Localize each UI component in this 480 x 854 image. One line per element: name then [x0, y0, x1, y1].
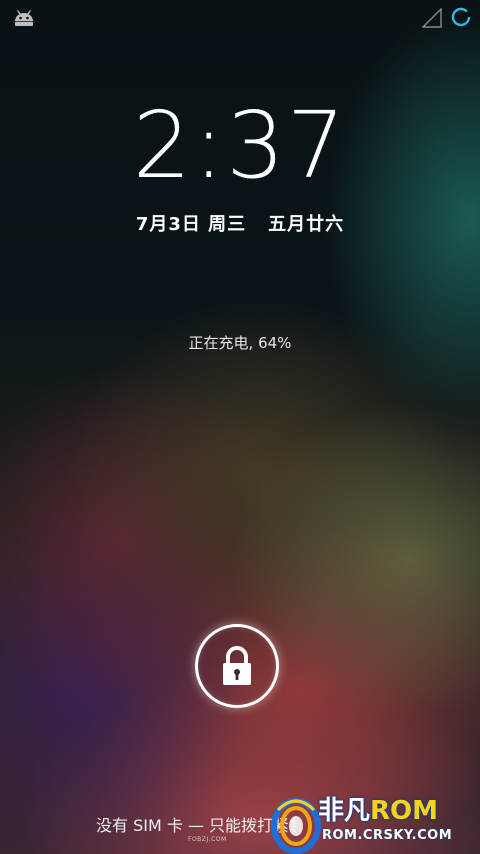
lunar-date-text: 五月廿六: [268, 214, 345, 235]
globe-logo-icon: [271, 798, 321, 854]
logo-title: 非凡ROM: [318, 796, 438, 826]
sync-icon: [451, 7, 471, 27]
lockscreen: 2:37 7月3日 周三 五月廿六 正在充电, 64% 没有 SIM 卡 — 只能…: [0, 0, 480, 854]
logo-rom-text: ROM: [370, 796, 439, 826]
date-text: 7月3日 周三: [135, 214, 247, 235]
date-row: 7月3日 周三 五月廿六: [0, 210, 480, 236]
logo-brand-text: 非凡: [318, 796, 371, 826]
small-watermark: FOBZJ.COM: [188, 836, 227, 843]
logo-url: ROM.CRSKY.COM: [322, 828, 453, 843]
android-debug-icon: [15, 10, 33, 26]
lock-icon: [223, 646, 251, 685]
site-watermark-logo: 非凡ROM ROM.CRSKY.COM: [268, 792, 480, 854]
unlock-button[interactable]: [195, 624, 279, 708]
signal-empty-icon: [422, 8, 442, 28]
carrier-text: 没有 SIM 卡 — 只能拨打紧急呼叫: [96, 816, 296, 835]
status-bar: [0, 0, 480, 36]
charging-status: 正在充电, 64%: [188, 334, 292, 352]
lock-clock: 2:37: [132, 92, 348, 199]
